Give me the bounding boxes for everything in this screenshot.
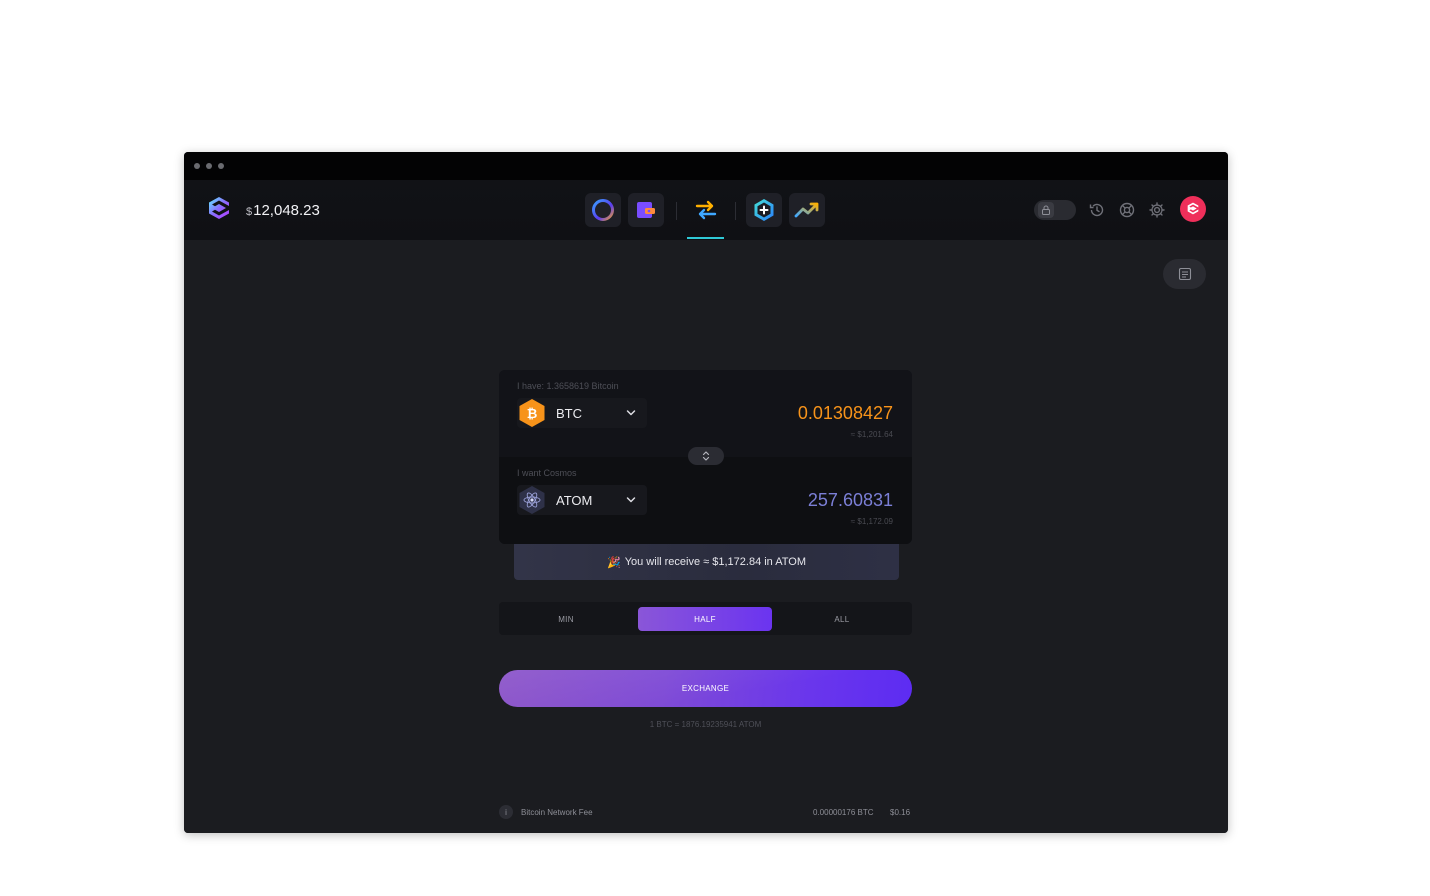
to-usd-value: ≈ $1,172.09: [850, 517, 893, 526]
app-window: $12,048.23 I have: 1.3658619 Bitcoin ₿ B…: [184, 152, 1228, 833]
title-bar: [184, 152, 1228, 180]
nav-apps[interactable]: [746, 193, 782, 227]
swap-direction-button[interactable]: [688, 447, 724, 465]
report-button[interactable]: [1163, 259, 1206, 289]
lock-icon: [1038, 202, 1054, 218]
network-fee-label: Bitcoin Network Fee: [521, 808, 593, 817]
to-coin-name: ATOM: [556, 493, 593, 508]
history-icon[interactable]: [1087, 200, 1107, 220]
exchange-view: I have: 1.3658619 Bitcoin ₿ BTC 0.013084…: [184, 240, 1228, 833]
portfolio-balance: $12,048.23: [246, 202, 320, 219]
nav-separator: [735, 202, 736, 220]
chevron-down-icon: [626, 410, 636, 416]
receive-banner: 🎉 You will receive ≈ $1,172.84 in ATOM: [514, 544, 899, 580]
exchange-rate: 1 BTC = 1876.19235941 ATOM: [649, 720, 762, 729]
receive-text: You will receive ≈ $1,172.84 in ATOM: [624, 556, 807, 568]
to-section: I want Cosmos ATOM 257.60831 ≈ $1,172.09: [499, 457, 912, 544]
nav-exchange[interactable]: [688, 193, 724, 227]
preset-half-button[interactable]: HALF: [638, 607, 772, 631]
from-coin-selector[interactable]: ₿ BTC: [517, 398, 647, 428]
preset-all-button[interactable]: ALL: [775, 607, 909, 631]
from-usd-value: ≈ $1,201.64: [850, 430, 893, 439]
maximize-dot[interactable]: [218, 163, 224, 169]
exchange-arrows-icon: [695, 200, 717, 220]
from-hint: I have: 1.3658619 Bitcoin: [517, 381, 619, 391]
atom-coin-icon: [519, 486, 545, 514]
info-icon[interactable]: i: [499, 805, 513, 819]
exodus-logo-icon[interactable]: [204, 194, 234, 224]
party-popper-icon: 🎉: [606, 556, 621, 569]
chevron-down-icon: [626, 497, 636, 503]
from-coin-name: BTC: [556, 406, 582, 421]
settings-icon[interactable]: [1147, 200, 1167, 220]
nav-wallet[interactable]: [628, 193, 664, 227]
from-amount-input[interactable]: 0.01308427: [798, 403, 893, 424]
minimize-dot[interactable]: [206, 163, 212, 169]
close-dot[interactable]: [194, 163, 200, 169]
to-coin-selector[interactable]: ATOM: [517, 485, 647, 515]
btc-coin-icon: ₿: [519, 399, 545, 427]
top-bar: $12,048.23: [184, 180, 1228, 240]
nav-separator: [676, 202, 677, 220]
nav-portfolio[interactable]: [585, 193, 621, 227]
report-icon: [1178, 267, 1191, 281]
network-fee-usd: $0.16: [890, 808, 911, 817]
nav-markets[interactable]: [789, 193, 825, 227]
balance-value: 12,048.23: [253, 202, 320, 219]
exchange-button[interactable]: EXCHANGE: [499, 670, 912, 707]
swap-arrows-icon: [702, 451, 710, 461]
wallet-icon: [637, 202, 655, 218]
exodus-avatar-icon: [1187, 202, 1199, 215]
balance-currency: $: [246, 206, 253, 218]
portfolio-ring-icon: [592, 199, 614, 221]
amount-preset-selector: MIN HALF ALL: [499, 602, 912, 635]
from-section: I have: 1.3658619 Bitcoin ₿ BTC 0.013084…: [499, 370, 912, 457]
help-icon[interactable]: [1117, 200, 1137, 220]
to-amount-input[interactable]: 257.60831: [808, 490, 893, 511]
trend-up-icon: [794, 202, 819, 218]
apps-add-icon: [754, 199, 774, 221]
svg-text:₿: ₿: [527, 407, 538, 422]
avatar[interactable]: [1180, 196, 1206, 222]
lock-toggle[interactable]: [1034, 200, 1076, 220]
network-fee-btc: 0.00000176 BTC: [813, 808, 874, 817]
active-tab-indicator: [687, 237, 724, 239]
to-hint: I want Cosmos: [517, 468, 577, 478]
preset-min-button[interactable]: MIN: [499, 607, 633, 631]
